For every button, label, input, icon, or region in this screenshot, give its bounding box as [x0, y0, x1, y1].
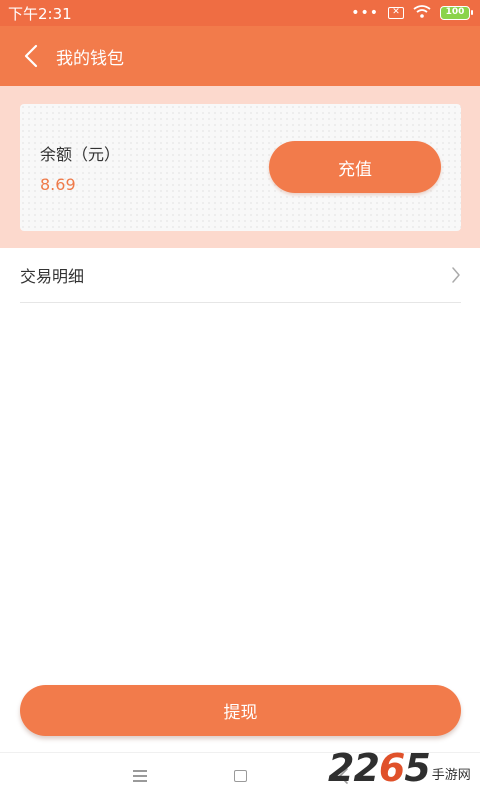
- wifi-icon: [413, 4, 431, 22]
- chevron-left-icon: [24, 44, 38, 68]
- home-icon[interactable]: [234, 770, 247, 782]
- recharge-button-label: 充值: [338, 159, 372, 180]
- back-button[interactable]: [24, 41, 46, 71]
- transaction-details-row[interactable]: 交易明细: [20, 248, 461, 303]
- battery-icon: 100: [440, 6, 473, 20]
- watermark-number: 2265: [328, 746, 431, 790]
- chevron-right-icon: [452, 267, 460, 283]
- balance-value: 8.69: [40, 175, 76, 194]
- balance-card: 余额（元） 8.69 充值: [20, 104, 461, 231]
- more-dots-icon: •••: [351, 5, 379, 21]
- nav-bar: 我的钱包: [0, 26, 480, 86]
- withdraw-button-label: 提现: [223, 703, 258, 723]
- recharge-button[interactable]: 充值: [269, 141, 441, 193]
- status-icons: ••• ✕ 100: [351, 4, 473, 22]
- status-bar: 下午2:31 ••• ✕ 100: [0, 0, 480, 26]
- sim-card-icon: ✕: [388, 7, 404, 19]
- watermark-logo: 2265 手游网: [328, 742, 471, 794]
- menu-icon[interactable]: [133, 770, 147, 782]
- status-time: 下午2:31: [8, 4, 72, 23]
- page-title: 我的钱包: [56, 48, 124, 69]
- balance-label: 余额（元）: [40, 145, 121, 164]
- watermark-text: 手游网: [431, 767, 471, 783]
- withdraw-button[interactable]: 提现: [20, 685, 461, 736]
- transaction-details-label: 交易明细: [20, 267, 85, 286]
